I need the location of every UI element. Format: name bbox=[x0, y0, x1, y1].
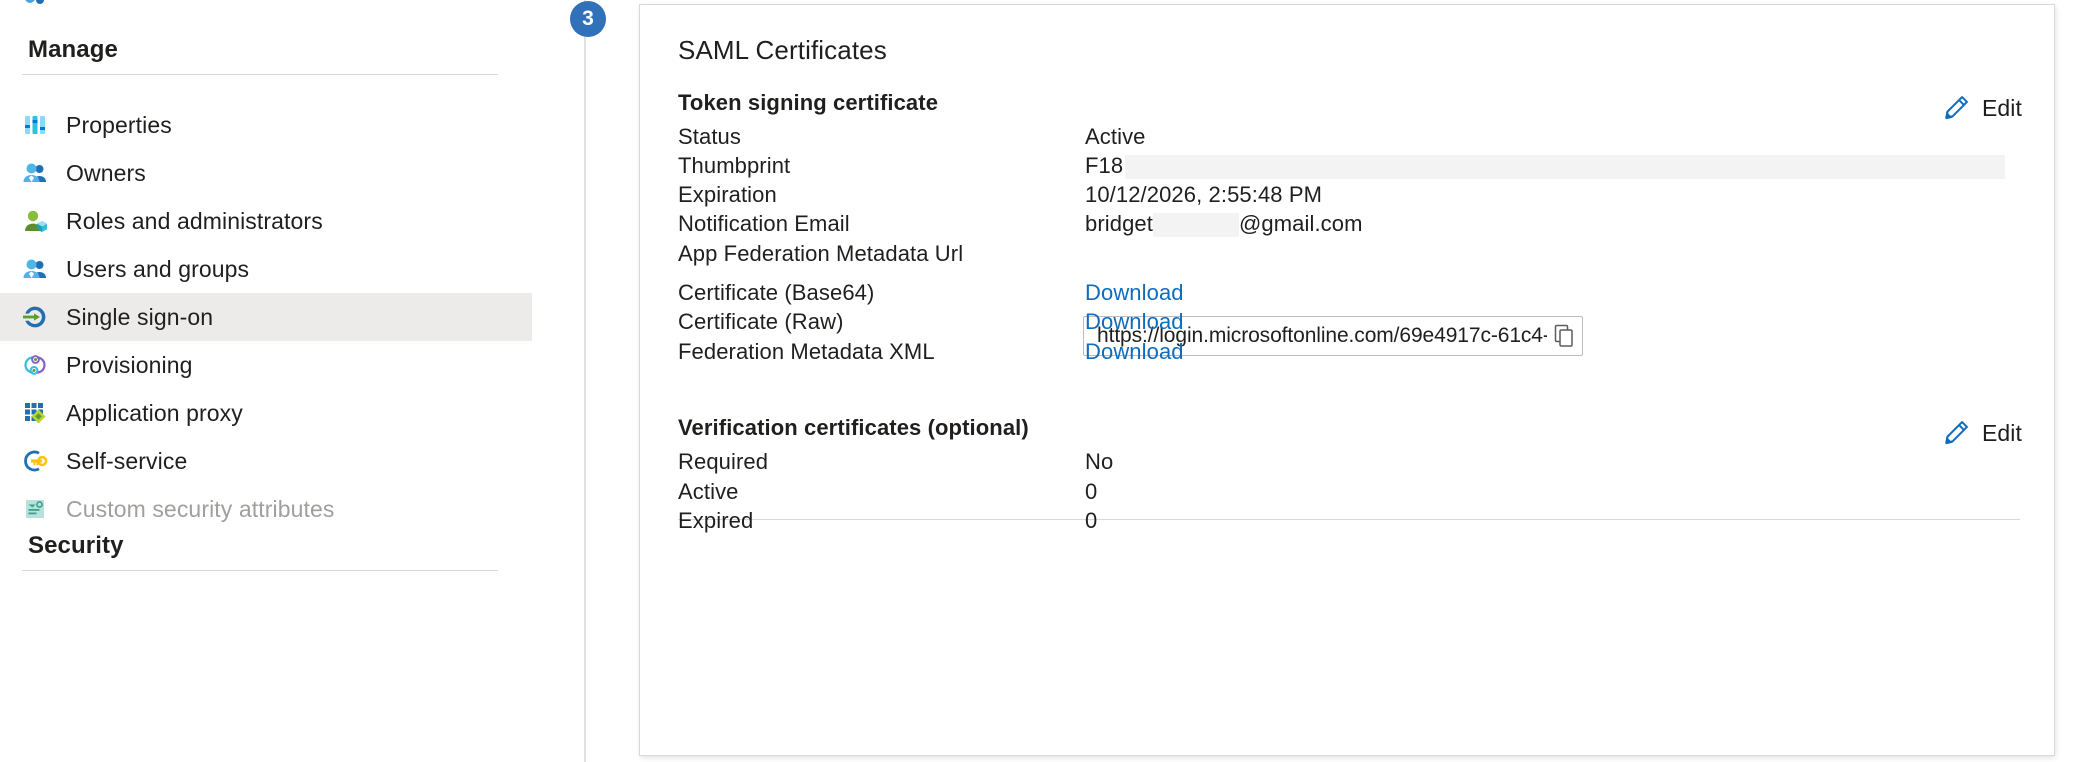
sidebar-item-self-service[interactable]: Self-service bbox=[0, 437, 532, 485]
sidebar-item-roles-and-administrators-label: Roles and administrators bbox=[66, 208, 323, 235]
sidebar-section-manage: Manage bbox=[28, 36, 498, 64]
expired-count-label: Expired bbox=[678, 508, 753, 534]
section-divider bbox=[678, 519, 2020, 520]
edit-verification-certificates-button[interactable]: Edit bbox=[1942, 419, 2022, 447]
app-federation-metadata-url-label: App Federation Metadata Url bbox=[678, 241, 963, 267]
sidebar-section-manage-rule bbox=[22, 74, 498, 75]
expiration-value: 10/12/2026, 2:55:48 PM bbox=[1085, 182, 1322, 208]
required-label: Required bbox=[678, 449, 768, 475]
expiration-label: Expiration bbox=[678, 182, 777, 208]
thumbprint-label: Thumbprint bbox=[678, 153, 790, 179]
expired-count-value: 0 bbox=[1085, 508, 1097, 534]
roles-icon bbox=[22, 208, 48, 234]
notification-email-value: bridget @gmail.com bbox=[1085, 211, 1363, 237]
pencil-icon bbox=[1942, 94, 1970, 122]
sidebar-item-users-and-groups-label: Users and groups bbox=[66, 256, 249, 283]
saml-certificates-card: SAML Certificates Token signing certific… bbox=[639, 4, 2055, 756]
properties-icon bbox=[22, 112, 48, 138]
sidebar-item-custom-security-attributes: Custom security attributes bbox=[0, 485, 532, 533]
certificate-raw-label: Certificate (Raw) bbox=[678, 309, 844, 335]
custom-attributes-icon bbox=[22, 496, 48, 522]
thumbprint-visible-part: F18 bbox=[1085, 153, 1123, 178]
owners-icon bbox=[22, 160, 48, 186]
status-label: Status bbox=[678, 124, 741, 150]
sidebar-item-properties-label: Properties bbox=[66, 112, 172, 139]
notification-email-suffix: @gmail.com bbox=[1239, 211, 1363, 236]
sidebar-item-roles-and-administrators[interactable]: Roles and administrators bbox=[0, 197, 532, 245]
copy-icon[interactable] bbox=[1552, 324, 1576, 348]
provisioning-icon bbox=[22, 352, 48, 378]
self-service-icon bbox=[22, 448, 48, 474]
active-count-label: Active bbox=[678, 479, 739, 505]
pencil-icon bbox=[1942, 419, 1970, 447]
certificate-base64-label: Certificate (Base64) bbox=[678, 280, 874, 306]
verification-certificates-heading: Verification certificates (optional) bbox=[678, 415, 1029, 441]
sidebar-section-security-rule bbox=[22, 570, 498, 571]
edit-token-signing-certificate-label: Edit bbox=[1982, 95, 2022, 122]
notification-email-prefix: bridget bbox=[1085, 211, 1153, 236]
sidebar-item-owners[interactable]: Owners bbox=[0, 149, 532, 197]
sidebar-item-application-proxy-label: Application proxy bbox=[66, 400, 243, 427]
certificate-base64-download-link[interactable]: Download bbox=[1085, 280, 1184, 306]
required-value: No bbox=[1085, 449, 1113, 475]
thumbprint-value: F18 bbox=[1085, 153, 2005, 179]
notification-email-redaction bbox=[1153, 213, 1239, 237]
sidebar-item-provisioning-label: Provisioning bbox=[66, 352, 193, 379]
left-nav-sidebar: Manage Properties Owners bbox=[0, 0, 586, 762]
sidebar-item-self-service-label: Self-service bbox=[66, 448, 187, 475]
sidebar-item-provisioning[interactable]: Provisioning bbox=[0, 341, 532, 389]
sidebar-item-custom-security-attributes-label: Custom security attributes bbox=[66, 496, 334, 523]
sidebar-item-users-and-groups[interactable]: Users and groups bbox=[0, 245, 532, 293]
sidebar-section-security: Security bbox=[28, 532, 498, 560]
sidebar-item-clipped-label bbox=[66, 0, 73, 8]
sidebar-item-single-sign-on[interactable]: Single sign-on bbox=[0, 293, 532, 341]
edit-verification-certificates-label: Edit bbox=[1982, 420, 2022, 447]
edit-token-signing-certificate-button[interactable]: Edit bbox=[1942, 94, 2022, 122]
step-badge-3: 3 bbox=[570, 1, 606, 37]
thumbprint-redaction bbox=[1125, 155, 2005, 179]
application-proxy-icon bbox=[22, 400, 48, 426]
sidebar-item-single-sign-on-label: Single sign-on bbox=[66, 304, 213, 331]
active-count-value: 0 bbox=[1085, 479, 1097, 505]
single-sign-on-icon bbox=[22, 304, 48, 330]
certificate-raw-download-link[interactable]: Download bbox=[1085, 309, 1184, 335]
federation-metadata-xml-download-link[interactable]: Download bbox=[1085, 339, 1184, 365]
sidebar-item-clipped[interactable] bbox=[0, 0, 520, 8]
federation-metadata-xml-label: Federation Metadata XML bbox=[678, 339, 935, 365]
status-value: Active bbox=[1085, 124, 1146, 150]
notification-email-label: Notification Email bbox=[678, 211, 850, 237]
page-title: SAML Certificates bbox=[678, 35, 887, 66]
sidebar-item-application-proxy[interactable]: Application proxy bbox=[0, 389, 532, 437]
users-groups-icon bbox=[22, 256, 48, 282]
clipped-icon bbox=[22, 0, 48, 8]
sidebar-item-owners-label: Owners bbox=[66, 160, 146, 187]
step-badge-number: 3 bbox=[582, 7, 594, 31]
sidebar-item-properties[interactable]: Properties bbox=[0, 101, 532, 149]
token-signing-certificate-heading: Token signing certificate bbox=[678, 90, 938, 116]
